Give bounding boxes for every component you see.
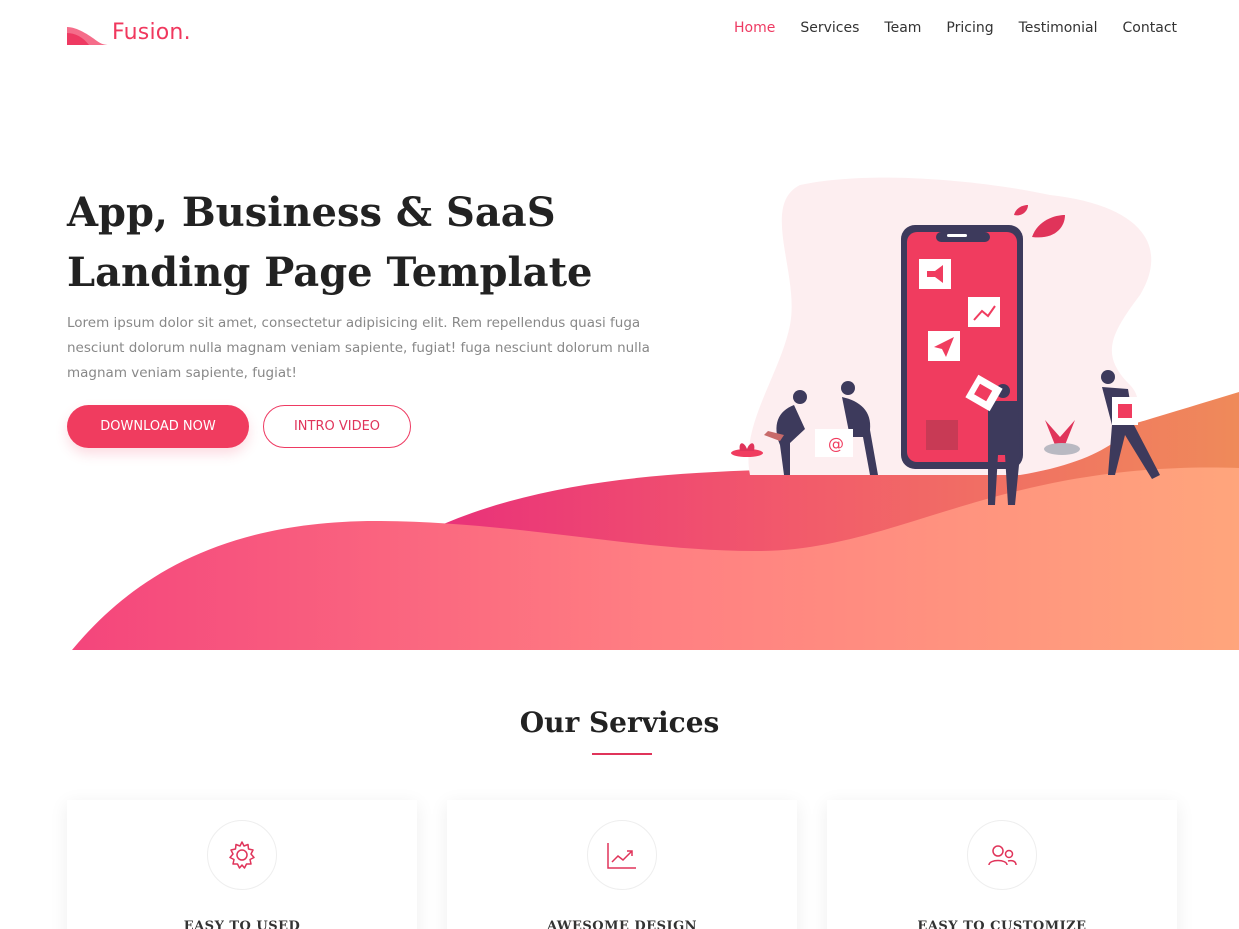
nav-contact[interactable]: Contact bbox=[1123, 20, 1177, 36]
logo-mark-icon bbox=[67, 27, 109, 45]
service-card-awesome-design[interactable]: AWESOME DESIGN bbox=[447, 800, 797, 929]
chart-icon bbox=[587, 820, 657, 890]
main-nav: Home Services Team Pricing Testimonial C… bbox=[734, 20, 1177, 36]
services-title-underline bbox=[592, 753, 652, 755]
email-card: @ bbox=[815, 429, 853, 457]
users-icon bbox=[967, 820, 1037, 890]
nav-pricing[interactable]: Pricing bbox=[946, 20, 993, 36]
service-card-easy-to-use[interactable]: EASY TO USED bbox=[67, 800, 417, 929]
hero-title-line-2: Landing Page Template bbox=[67, 249, 593, 296]
nav-testimonial[interactable]: Testimonial bbox=[1019, 20, 1098, 36]
site-header: Fusion. Home Services Team Pricing Testi… bbox=[0, 0, 1239, 62]
hero-title: App, Business & SaaS Landing Page Templa… bbox=[67, 183, 667, 303]
download-now-button[interactable]: DOWNLOAD NOW bbox=[67, 405, 249, 448]
hero-illustration: @ bbox=[731, 177, 1160, 505]
gear-icon bbox=[207, 820, 277, 890]
service-card-title: EASY TO CUSTOMIZE bbox=[917, 919, 1087, 929]
nav-services[interactable]: Services bbox=[800, 20, 859, 36]
hero-description: Lorem ipsum dolor sit amet, consectetur … bbox=[67, 315, 650, 381]
service-card-title: AWESOME DESIGN bbox=[546, 919, 698, 929]
nav-team[interactable]: Team bbox=[884, 20, 921, 36]
logo-text: Fusion. bbox=[112, 19, 191, 45]
at-sign-icon: @ bbox=[828, 434, 844, 453]
services-title: Our Services bbox=[519, 706, 720, 739]
nav-home[interactable]: Home bbox=[734, 20, 775, 36]
service-card-title: EASY TO USED bbox=[183, 919, 301, 929]
service-card-easy-to-customize[interactable]: EASY TO CUSTOMIZE bbox=[827, 800, 1177, 929]
intro-video-button[interactable]: INTRO VIDEO bbox=[263, 405, 411, 448]
logo[interactable]: Fusion. bbox=[67, 18, 191, 46]
hero-title-line-1: App, Business & SaaS bbox=[67, 189, 556, 236]
